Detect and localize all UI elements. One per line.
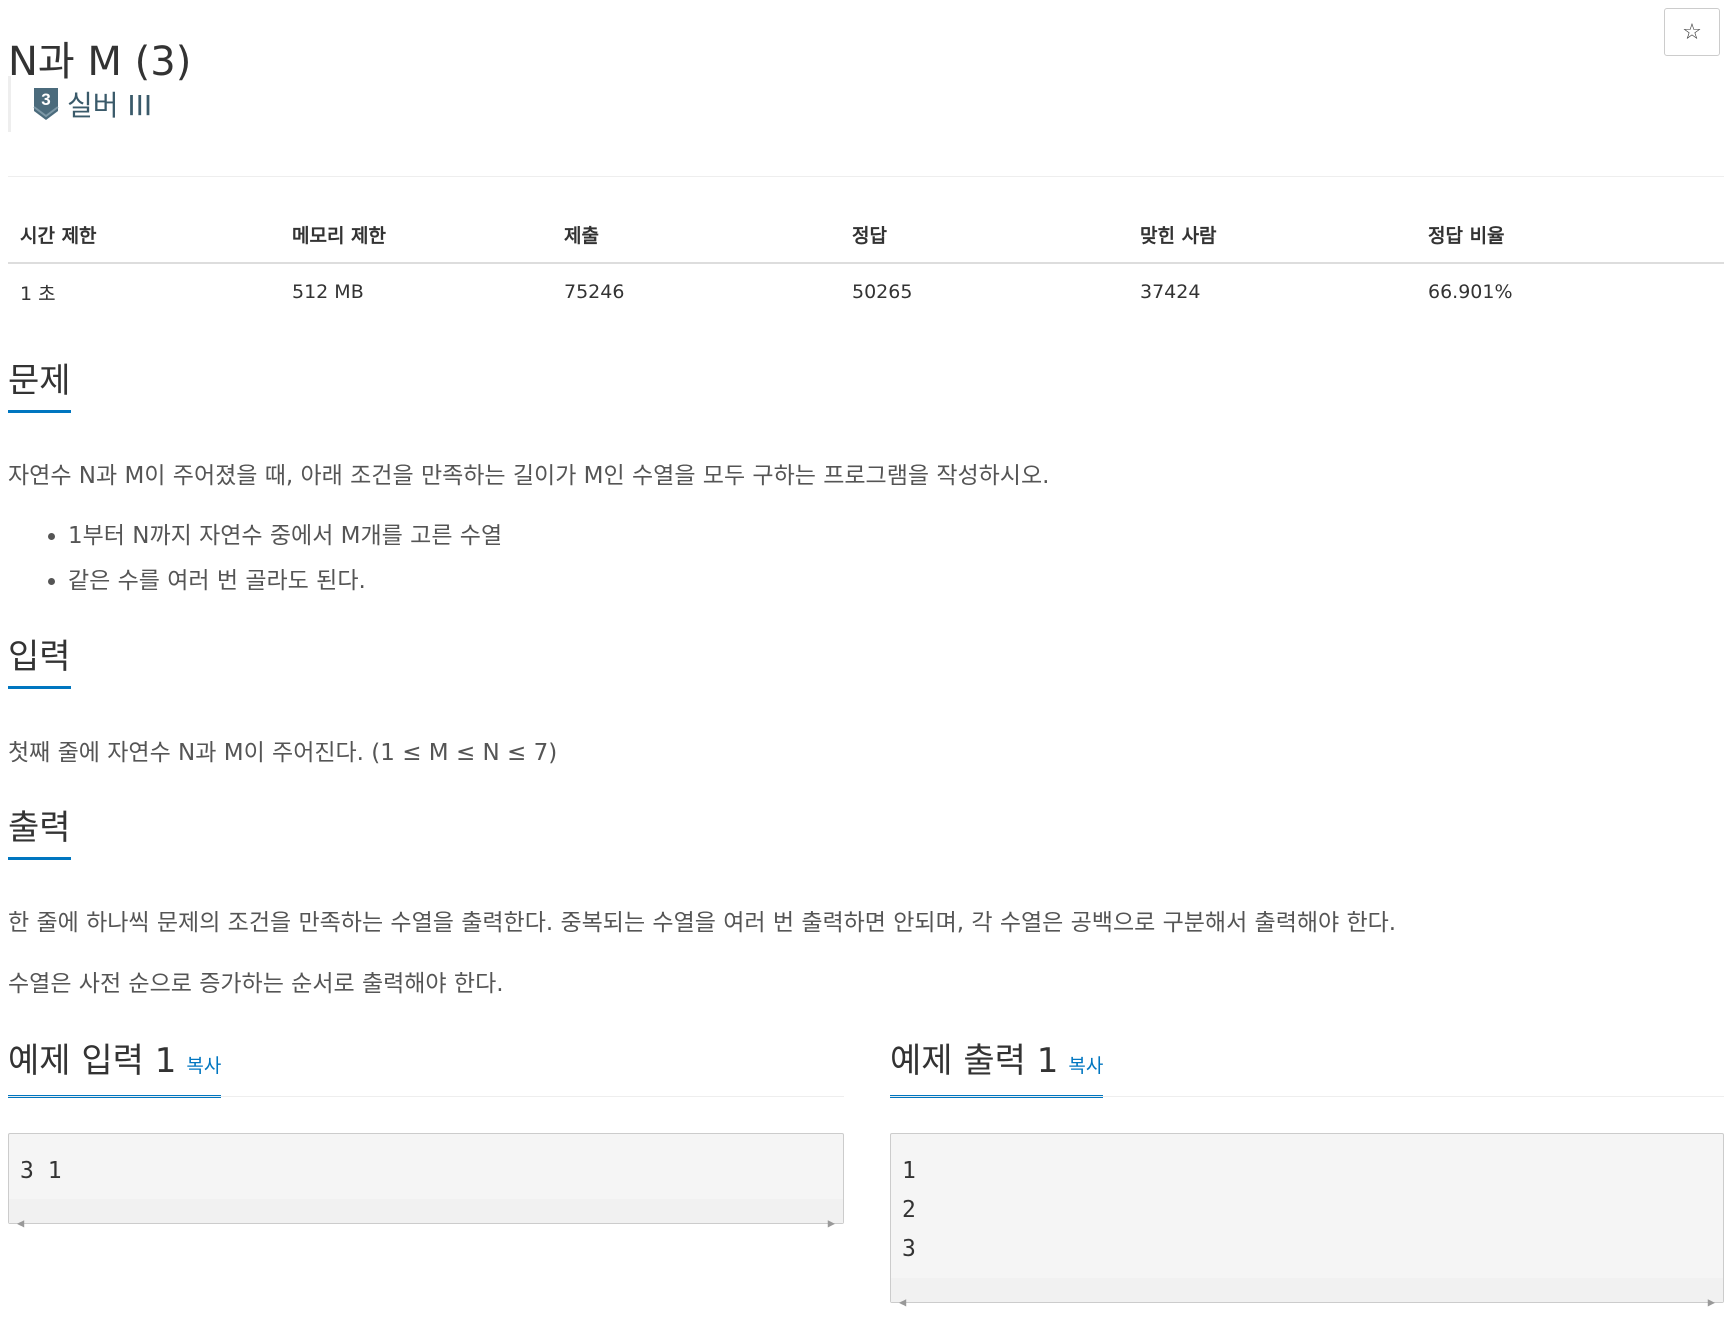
tier-number: 3 xyxy=(41,90,50,109)
sample-output-box[interactable]: 1 2 3 ◀ ▶ xyxy=(890,1133,1724,1309)
divider xyxy=(8,176,1724,177)
horizontal-scrollbar[interactable]: ◀ ▶ xyxy=(891,1278,1723,1309)
sample-input-title: 예제 입력 1 xyxy=(8,1041,177,1081)
header-solvers: 맞힌 사람 xyxy=(1128,206,1416,264)
input-heading: 입력 xyxy=(8,636,1724,695)
description-bullets: 1부터 N까지 자연수 중에서 M개를 고른 수열 같은 수를 여러 번 골라도… xyxy=(8,514,1008,614)
header-submissions: 제출 xyxy=(552,206,840,264)
sample-input-line: 3 1 xyxy=(20,1158,62,1184)
input-text: 첫째 줄에 자연수 N과 M이 주어진다. (1 ≤ M ≤ N ≤ 7) xyxy=(8,740,558,766)
sample-output-line: 3 xyxy=(902,1236,916,1262)
copy-sample-input-button[interactable]: 복사 xyxy=(186,1055,221,1077)
tier-badge: 3 실버 III xyxy=(8,76,152,132)
ratio-value: 66.901% xyxy=(1428,281,1513,303)
list-item: 같은 수를 여러 번 골라도 된다. xyxy=(68,559,502,604)
copy-sample-output-button[interactable]: 복사 xyxy=(1068,1055,1103,1077)
info-value-row: 1 초 512 MB 75246 50265 37424 66.901% xyxy=(8,263,1724,320)
sample-output-line: 1 xyxy=(902,1158,916,1184)
sample-input-heading: 예제 입력 1 복사 xyxy=(8,1040,844,1098)
output-text-2: 수열은 사전 순으로 증가하는 순서로 출력해야 한다. xyxy=(8,971,504,997)
input-title: 입력 xyxy=(8,636,71,689)
problem-info-table: 시간 제한 메모리 제한 제출 정답 맞힌 사람 정답 비율 1 초 512 M… xyxy=(8,206,1724,320)
sample-input-box[interactable]: 3 1 ◀ ▶ xyxy=(8,1133,844,1230)
time-limit-value: 1 초 xyxy=(20,282,56,305)
sample-output-heading: 예제 출력 1 복사 xyxy=(890,1040,1724,1098)
memory-limit-value: 512 MB xyxy=(292,281,364,303)
sample-output-line: 2 xyxy=(902,1197,916,1223)
horizontal-scrollbar[interactable]: ◀ ▶ xyxy=(9,1199,843,1230)
scroll-left-icon[interactable]: ◀ xyxy=(899,1283,906,1322)
scroll-right-icon[interactable]: ▶ xyxy=(828,1204,835,1243)
header-time-limit: 시간 제한 xyxy=(8,206,280,264)
header-ratio: 정답 비율 xyxy=(1416,206,1724,264)
output-heading: 출력 xyxy=(8,807,1724,866)
description-text: 자연수 N과 M이 주어졌을 때, 아래 조건을 만족하는 길이가 M인 수열을… xyxy=(8,463,1050,489)
scroll-right-icon[interactable]: ▶ xyxy=(1708,1283,1715,1322)
output-text-1: 한 줄에 하나씩 문제의 조건을 만족하는 수열을 출력한다. 중복되는 수열을… xyxy=(8,910,1397,936)
star-button[interactable]: ☆ xyxy=(1664,8,1720,56)
tier-shield-icon: 3 xyxy=(33,88,59,120)
sample-output-title: 예제 출력 1 xyxy=(890,1041,1059,1081)
output-title: 출력 xyxy=(8,807,71,860)
scroll-left-icon[interactable]: ◀ xyxy=(17,1204,24,1243)
description-heading: 문제 xyxy=(8,360,1724,419)
header-accepted: 정답 xyxy=(840,206,1128,264)
tier-label: 실버 III xyxy=(67,89,153,122)
solvers-value: 37424 xyxy=(1140,281,1201,303)
submissions-value: 75246 xyxy=(564,281,625,303)
list-item: 1부터 N까지 자연수 중에서 M개를 고른 수열 xyxy=(68,514,502,559)
description-title: 문제 xyxy=(8,360,71,413)
accepted-value: 50265 xyxy=(852,281,913,303)
star-icon: ☆ xyxy=(1682,19,1702,45)
info-header-row: 시간 제한 메모리 제한 제출 정답 맞힌 사람 정답 비율 xyxy=(8,206,1724,264)
header-memory-limit: 메모리 제한 xyxy=(280,206,552,264)
